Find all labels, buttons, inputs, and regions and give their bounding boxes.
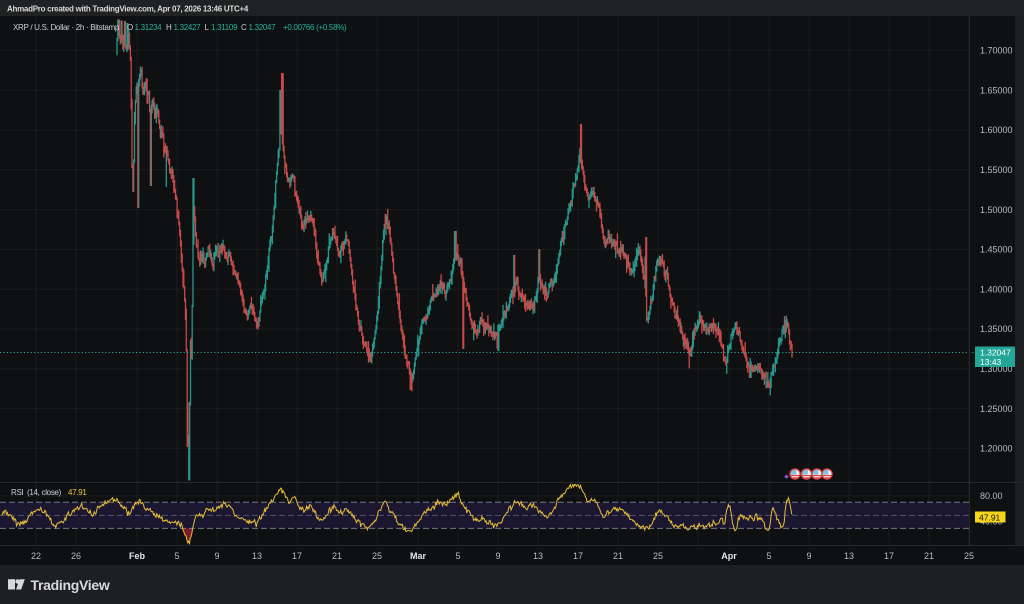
svg-text:21: 21 xyxy=(924,551,934,561)
svg-text:1.31234: 1.31234 xyxy=(135,23,163,32)
svg-text:1.65000: 1.65000 xyxy=(980,85,1013,95)
svg-text:13:43: 13:43 xyxy=(980,357,1002,367)
svg-text:H: H xyxy=(166,23,172,32)
svg-text:C: C xyxy=(241,23,247,32)
svg-text:80.00: 80.00 xyxy=(980,491,1003,501)
svg-text:17: 17 xyxy=(573,551,583,561)
svg-text:1.32427: 1.32427 xyxy=(174,23,202,32)
svg-text:5: 5 xyxy=(766,551,771,561)
svg-text:25: 25 xyxy=(653,551,663,561)
svg-text:1.32047: 1.32047 xyxy=(249,23,277,32)
svg-text:47.91: 47.91 xyxy=(979,512,1001,522)
svg-text:1.70000: 1.70000 xyxy=(980,46,1013,56)
svg-text:AhmadPro created with TradingV: AhmadPro created with TradingView.com, A… xyxy=(7,5,249,14)
svg-text:1.35000: 1.35000 xyxy=(980,324,1013,334)
svg-text:+0.00766 (+0.58%): +0.00766 (+0.58%) xyxy=(283,23,347,32)
svg-text:Apr: Apr xyxy=(721,551,737,561)
svg-text:26: 26 xyxy=(71,551,81,561)
svg-text:17: 17 xyxy=(292,551,302,561)
svg-text:RSI: RSI xyxy=(11,488,24,497)
svg-text:21: 21 xyxy=(332,551,342,561)
svg-text:13: 13 xyxy=(533,551,543,561)
svg-text:Mar: Mar xyxy=(410,551,427,561)
svg-text:25: 25 xyxy=(372,551,382,561)
svg-text:21: 21 xyxy=(613,551,623,561)
svg-text:25: 25 xyxy=(964,551,974,561)
svg-text:1.60000: 1.60000 xyxy=(980,125,1013,135)
svg-text:9: 9 xyxy=(806,551,811,561)
svg-text:1.55000: 1.55000 xyxy=(980,165,1013,175)
svg-text:O: O xyxy=(127,23,133,32)
svg-text:TradingView: TradingView xyxy=(31,577,110,593)
svg-text:9: 9 xyxy=(214,551,219,561)
svg-text:22: 22 xyxy=(31,551,41,561)
svg-text:9: 9 xyxy=(495,551,500,561)
svg-text:1.20000: 1.20000 xyxy=(980,444,1013,454)
svg-text:(14, close): (14, close) xyxy=(27,488,62,497)
svg-text:13: 13 xyxy=(844,551,854,561)
svg-text:1.25000: 1.25000 xyxy=(980,404,1013,414)
svg-text:XRP / U.S. Dollar · 2h · Bitst: XRP / U.S. Dollar · 2h · Bitstamp xyxy=(13,23,120,32)
svg-text:13: 13 xyxy=(252,551,262,561)
svg-text:1.40000: 1.40000 xyxy=(980,284,1013,294)
svg-text:5: 5 xyxy=(174,551,179,561)
svg-text:17: 17 xyxy=(884,551,894,561)
svg-text:1.45000: 1.45000 xyxy=(980,245,1013,255)
svg-text:5: 5 xyxy=(455,551,460,561)
svg-text:1.50000: 1.50000 xyxy=(980,205,1013,215)
svg-text:47.91: 47.91 xyxy=(68,488,87,497)
svg-text:Feb: Feb xyxy=(129,551,146,561)
svg-text:1.31109: 1.31109 xyxy=(211,23,238,32)
